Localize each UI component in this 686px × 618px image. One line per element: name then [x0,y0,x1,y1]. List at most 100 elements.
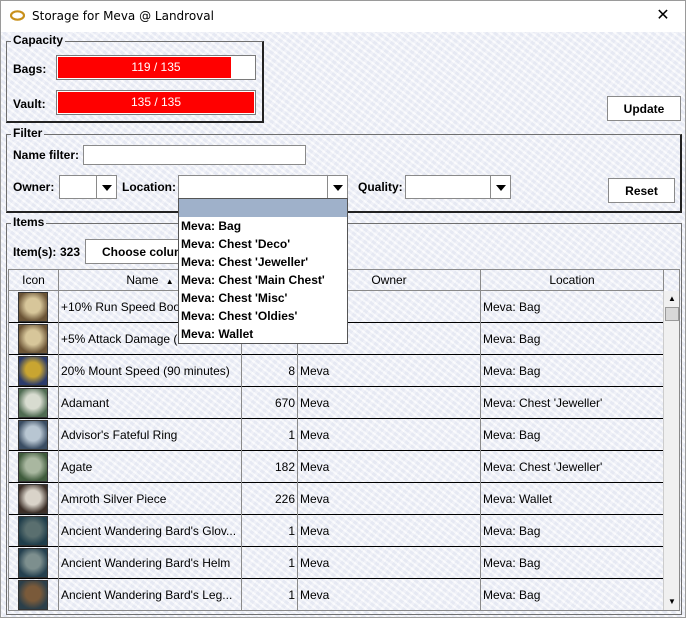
item-owner-cell: Meva [298,387,481,419]
table-row[interactable]: Ancient Wandering Bard's Leg... 1 Meva Meva… [9,579,664,610]
item-quantity-cell: 670 [242,387,298,419]
location-label: Location: [122,180,176,194]
item-name-cell: Agate [59,451,242,483]
owner-dropdown-arrow[interactable] [96,176,116,198]
column-header-location[interactable]: Location [481,270,664,291]
location-option[interactable]: Meva: Chest 'Main Chest' [179,271,347,289]
gem-icon [18,452,48,482]
table-row[interactable]: Adamant 670 Meva Meva: Chest 'Jeweller' [9,387,664,419]
chevron-down-icon [102,185,112,191]
item-name-cell: Amroth Silver Piece [59,483,242,515]
column-header-icon[interactable]: Icon [9,270,59,291]
location-option[interactable]: Meva: Chest 'Oldies' [179,307,347,325]
bags-progress-bar: 119 / 135 [56,55,256,80]
item-quantity-cell: 1 [242,547,298,579]
item-location-cell: Meva: Bag [481,291,664,323]
vertical-scrollbar[interactable]: ▲ ▼ [663,291,679,610]
name-filter-input[interactable] [83,145,306,165]
quality-select[interactable] [405,175,511,199]
location-select[interactable] [178,175,348,199]
item-quantity-cell: 182 [242,451,298,483]
quality-dropdown-arrow[interactable] [490,176,510,198]
item-count-value: 323 [60,245,81,259]
window-title: Storage for Meva @ Landroval [32,9,214,23]
icon-cell [9,419,59,451]
table-row[interactable]: Ancient Wandering Bard's Glov... 1 Meva Mev… [9,515,664,547]
scroll-up-icon[interactable]: ▲ [664,291,679,307]
capacity-legend: Capacity [11,33,66,47]
table-row[interactable]: Amroth Silver Piece 226 Meva Meva: Wallet [9,483,664,515]
icon-cell [9,547,59,579]
location-options: Meva: Bag Meva: Chest 'Deco' Meva: Chest '… [179,217,347,343]
icon-cell [9,387,59,419]
ring-app-icon [10,10,25,21]
item-location-cell: Meva: Bag [481,515,664,547]
item-quantity-cell: 1 [242,419,298,451]
item-owner-cell: Meva [298,515,481,547]
icon-cell [9,291,59,323]
item-location-cell: Meva: Bag [481,419,664,451]
bags-progress-text: 119 / 135 [131,60,181,74]
icon-cell [9,483,59,515]
location-option[interactable]: Meva: Bag [179,217,347,235]
chevron-down-icon [496,185,506,191]
scrollbar-thumb[interactable] [665,307,679,321]
column-header-name-label: Name [126,273,159,287]
item-owner-cell: Meva [298,419,481,451]
vault-progress-bar: 135 / 135 [56,90,256,115]
coin-icon [18,484,48,514]
item-location-cell: Meva: Chest 'Jeweller' [481,387,664,419]
item-location-cell: Meva: Wallet [481,483,664,515]
item-quantity-cell: 8 [242,355,298,387]
item-count-label: Item(s): [13,245,57,259]
table-row[interactable]: 20% Mount Speed (90 minutes) 8 Meva Meva: B… [9,355,664,387]
owner-label: Owner: [13,180,55,194]
items-legend: Items [11,215,47,229]
item-quantity-cell: 1 [242,515,298,547]
scroll-down-icon[interactable]: ▼ [664,594,679,610]
item-name-cell: Ancient Wandering Bard's Helm [59,547,242,579]
item-name-cell: Adamant [59,387,242,419]
location-option[interactable]: Meva: Chest 'Deco' [179,235,347,253]
item-owner-cell: Meva [298,579,481,610]
capacity-group: Capacity Bags: 119 / 135 Vault: 135 / 13… [6,33,264,123]
table-row[interactable]: Advisor's Fateful Ring 1 Meva Meva: Bag [9,419,664,451]
location-option[interactable]: Meva: Wallet [179,325,347,343]
table-row[interactable]: Agate 182 Meva Meva: Chest 'Jeweller' [9,451,664,483]
item-location-cell: Meva: Bag [481,579,664,610]
table-row[interactable]: Ancient Wandering Bard's Helm 1 Meva Meva: … [9,547,664,579]
item-owner-cell: Meva [298,547,481,579]
item-name-cell: Ancient Wandering Bard's Leg... [59,579,242,610]
item-location-cell: Meva: Bag [481,547,664,579]
icon-cell [9,515,59,547]
item-quantity-cell: 226 [242,483,298,515]
storage-window: Storage for Meva @ Landroval ✕ Capacity … [0,0,686,618]
choose-columns-button[interactable]: Choose colum [85,239,185,264]
location-option[interactable]: Meva: Chest 'Misc' [179,289,347,307]
vault-progress-text: 135 / 135 [130,95,182,109]
item-owner-cell: Meva [298,451,481,483]
reset-button[interactable]: Reset [608,178,675,203]
icon-cell [9,323,59,355]
vault-label: Vault: [13,97,46,111]
close-button[interactable]: ✕ [641,1,685,31]
quality-label: Quality: [358,180,403,194]
location-dropdown-arrow[interactable] [327,176,347,198]
scroll-icon [18,292,48,322]
leggings-icon [18,580,48,610]
item-name-cell: Advisor's Fateful Ring [59,419,242,451]
owner-select[interactable] [59,175,117,199]
horse-icon [18,356,48,386]
icon-cell [9,355,59,387]
sort-ascending-icon: ▲ [165,277,174,286]
item-location-cell: Meva: Chest 'Jeweller' [481,451,664,483]
item-name-cell: Ancient Wandering Bard's Glov... [59,515,242,547]
chevron-down-icon [333,185,343,191]
icon-cell [9,451,59,483]
location-option-empty[interactable] [179,199,347,217]
ore-icon [18,388,48,418]
gloves-icon [18,516,48,546]
scroll-icon [18,324,48,354]
location-option[interactable]: Meva: Chest 'Jeweller' [179,253,347,271]
update-button[interactable]: Update [607,96,681,121]
